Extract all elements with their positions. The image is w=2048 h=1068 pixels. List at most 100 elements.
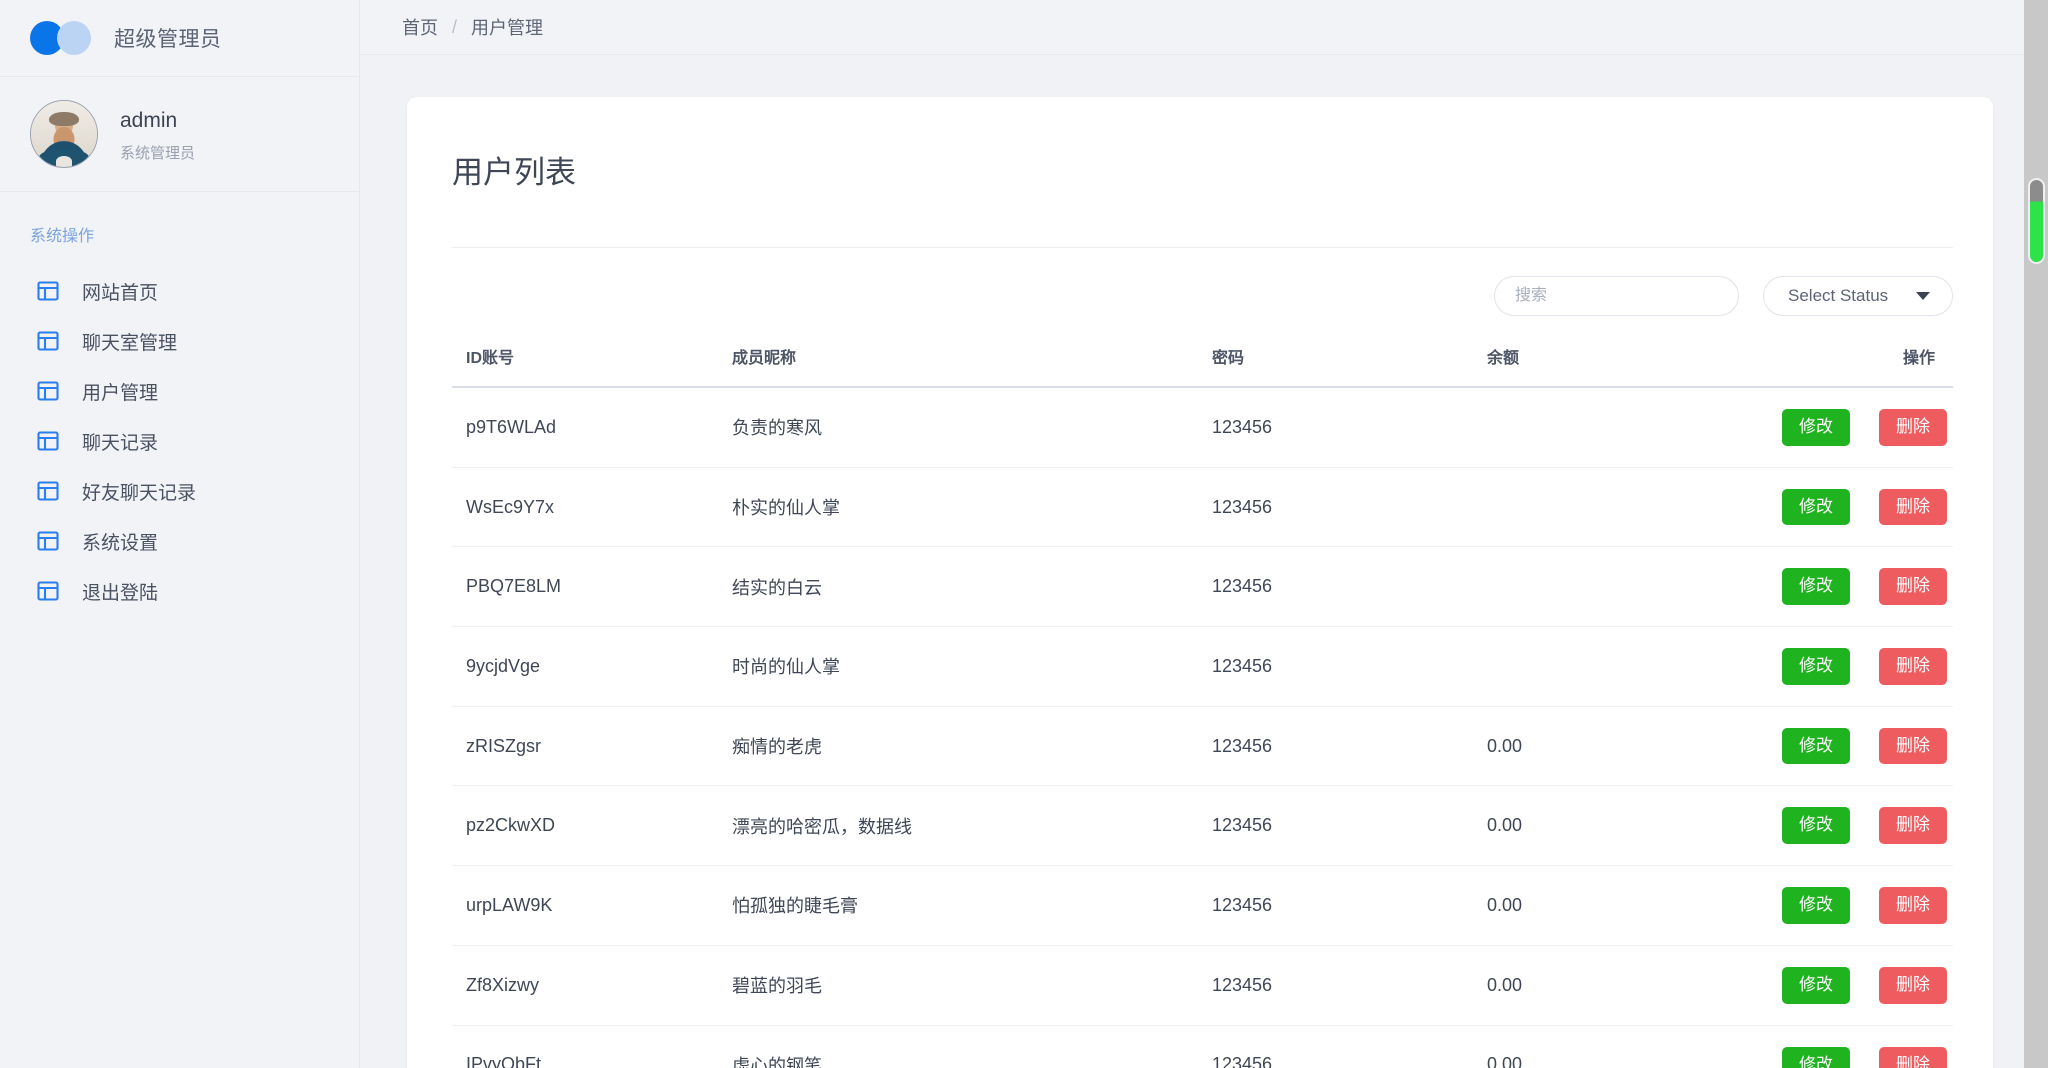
- delete-button[interactable]: 删除: [1879, 807, 1947, 845]
- cell-password: 123456: [1212, 865, 1487, 946]
- cell-password: 123456: [1212, 945, 1487, 1026]
- breadcrumb-separator: /: [452, 16, 458, 37]
- delete-button[interactable]: 删除: [1879, 887, 1947, 924]
- edit-button[interactable]: 修改: [1781, 966, 1850, 1004]
- layout-icon: [36, 579, 60, 603]
- delete-button[interactable]: 删除: [1879, 727, 1947, 765]
- cell-balance: [1487, 626, 1777, 707]
- topbar: 首页 / 用户管理: [360, 0, 2048, 55]
- sidebar-item-user-management[interactable]: 用户管理: [0, 366, 359, 416]
- sidebar-item-logout[interactable]: 退出登陆: [0, 566, 359, 616]
- status-select[interactable]: Select Status: [1763, 276, 1953, 316]
- edit-button[interactable]: 修改: [1781, 807, 1850, 845]
- brand-header: 超级管理员: [0, 0, 359, 77]
- delete-button[interactable]: 删除: [1879, 409, 1947, 446]
- sidebar-item-home[interactable]: 网站首页: [0, 266, 359, 316]
- avatar-hair: [49, 111, 79, 127]
- cell-actions: 修改 删除: [1777, 785, 1953, 867]
- sidebar-item-system-settings[interactable]: 系统设置: [0, 516, 359, 566]
- table-row: pz2CkwXD 漂亮的哈密瓜，数据线 123456 0.00 修改 删除: [452, 785, 1953, 867]
- cell-balance: [1487, 467, 1777, 548]
- table-header: ID账号 成员昵称 密码 余额 操作: [452, 334, 1953, 388]
- breadcrumb-home[interactable]: 首页: [402, 14, 438, 40]
- cell-id: urpLAW9K: [452, 865, 732, 946]
- delete-button[interactable]: 删除: [1879, 1046, 1947, 1068]
- sidebar-item-friend-chat-records[interactable]: 好友聊天记录: [0, 466, 359, 516]
- cell-password: 123456: [1212, 546, 1487, 628]
- search-input[interactable]: [1494, 276, 1739, 316]
- cell-actions: 修改 删除: [1777, 865, 1953, 946]
- cell-balance: [1487, 387, 1777, 468]
- cell-actions: 修改 删除: [1777, 706, 1953, 787]
- nav-group-title: 系统操作: [30, 228, 95, 245]
- layout-icon: [36, 529, 60, 553]
- cell-id: 9ycjdVge: [452, 626, 732, 707]
- user-profile[interactable]: admin 系统管理员: [0, 77, 359, 192]
- sidebar-item-label: 用户管理: [82, 382, 159, 404]
- avatar: [30, 100, 98, 168]
- content-area: 用户列表 Select Status ID账号 成员昵称 密码: [360, 55, 2048, 1068]
- edit-button[interactable]: 修改: [1781, 409, 1850, 446]
- app-root: 超级管理员 admin 系统管理员 系统操作 网站首页 聊天室管理 用户管理 聊…: [0, 0, 2048, 1068]
- page-scrollbar[interactable]: [2024, 0, 2048, 1068]
- cell-actions: 修改 删除: [1777, 945, 1953, 1026]
- cell-nickname: 碧蓝的羽毛: [732, 945, 1212, 1026]
- logo-circle-secondary: [57, 21, 91, 55]
- table-row: PBQ7E8LM 结实的白云 123456 修改 删除: [452, 546, 1953, 628]
- breadcrumb: 首页 / 用户管理: [402, 14, 543, 40]
- cell-id: Zf8Xizwy: [452, 945, 732, 1026]
- status-select-label: Select Status: [1788, 286, 1889, 305]
- edit-button[interactable]: 修改: [1781, 727, 1850, 765]
- cell-nickname: 负责的寒风: [732, 387, 1212, 468]
- cell-nickname: 朴实的仙人掌: [732, 467, 1212, 548]
- cell-password: 123456: [1212, 785, 1487, 867]
- cell-id: IPvyObFt: [452, 1025, 732, 1068]
- table-row: urpLAW9K 怕孤独的睫毛膏 123456 0.00 修改 删除: [452, 865, 1953, 946]
- delete-button[interactable]: 删除: [1879, 568, 1947, 606]
- table-body: p9T6WLAd 负责的寒风 123456 修改 删除 WsEc9Y7x 朴实的…: [452, 387, 1953, 1068]
- cell-password: 123456: [1212, 626, 1487, 707]
- cell-id: zRISZgsr: [452, 706, 732, 787]
- layout-icon: [36, 429, 60, 453]
- sidebar-item-label: 好友聊天记录: [82, 482, 197, 504]
- profile-name: admin: [120, 109, 178, 133]
- cell-balance: 0.00: [1487, 785, 1777, 867]
- delete-button[interactable]: 删除: [1879, 488, 1947, 526]
- cell-nickname: 虚心的钢笔: [732, 1025, 1212, 1068]
- brand-title: 超级管理员: [114, 28, 222, 51]
- edit-button[interactable]: 修改: [1781, 568, 1850, 606]
- table-toolbar: Select Status: [407, 248, 1993, 316]
- table-row: Zf8Xizwy 碧蓝的羽毛 123456 0.00 修改 删除: [452, 945, 1953, 1026]
- sidebar: 超级管理员 admin 系统管理员 系统操作 网站首页 聊天室管理 用户管理 聊…: [0, 0, 360, 1068]
- edit-button[interactable]: 修改: [1781, 648, 1850, 685]
- breadcrumb-current: 用户管理: [471, 18, 544, 38]
- sidebar-item-chat-records[interactable]: 聊天记录: [0, 416, 359, 466]
- delete-button[interactable]: 删除: [1879, 648, 1947, 685]
- sidebar-item-label: 聊天室管理: [82, 332, 178, 354]
- sidebar-nav: 系统操作 网站首页 聊天室管理 用户管理 聊天记录 好友聊天记录 系统设置 退出…: [0, 192, 359, 616]
- layout-icon: [36, 479, 60, 503]
- profile-meta: admin 系统管理员: [120, 105, 195, 163]
- sidebar-item-label: 网站首页: [82, 282, 159, 304]
- sidebar-item-chatroom-management[interactable]: 聊天室管理: [0, 316, 359, 366]
- layout-icon: [36, 329, 60, 353]
- scrollbar-thumb[interactable]: [2028, 178, 2045, 264]
- cell-password: 123456: [1212, 387, 1487, 468]
- user-table: ID账号 成员昵称 密码 余额 操作 p9T6WLAd 负责的寒风 123456: [452, 334, 1953, 1068]
- layout-icon: [36, 279, 60, 303]
- column-header-id: ID账号: [452, 334, 732, 388]
- main-area: 首页 / 用户管理 用户列表 Select Status: [360, 0, 2048, 1068]
- edit-button[interactable]: 修改: [1781, 887, 1850, 924]
- edit-button[interactable]: 修改: [1781, 488, 1850, 526]
- cell-balance: 0.00: [1487, 865, 1777, 946]
- cell-actions: 修改 删除: [1777, 467, 1953, 548]
- table-row: zRISZgsr 痴情的老虎 123456 0.00 修改 删除: [452, 706, 1953, 787]
- table-row: p9T6WLAd 负责的寒风 123456 修改 删除: [452, 387, 1953, 468]
- profile-role: 系统管理员: [120, 144, 196, 162]
- cell-password: 123456: [1212, 706, 1487, 787]
- edit-button[interactable]: 修改: [1781, 1046, 1850, 1068]
- delete-button[interactable]: 删除: [1879, 966, 1947, 1004]
- cell-id: WsEc9Y7x: [452, 467, 732, 548]
- cell-id: p9T6WLAd: [452, 387, 732, 468]
- cell-id: PBQ7E8LM: [452, 546, 732, 628]
